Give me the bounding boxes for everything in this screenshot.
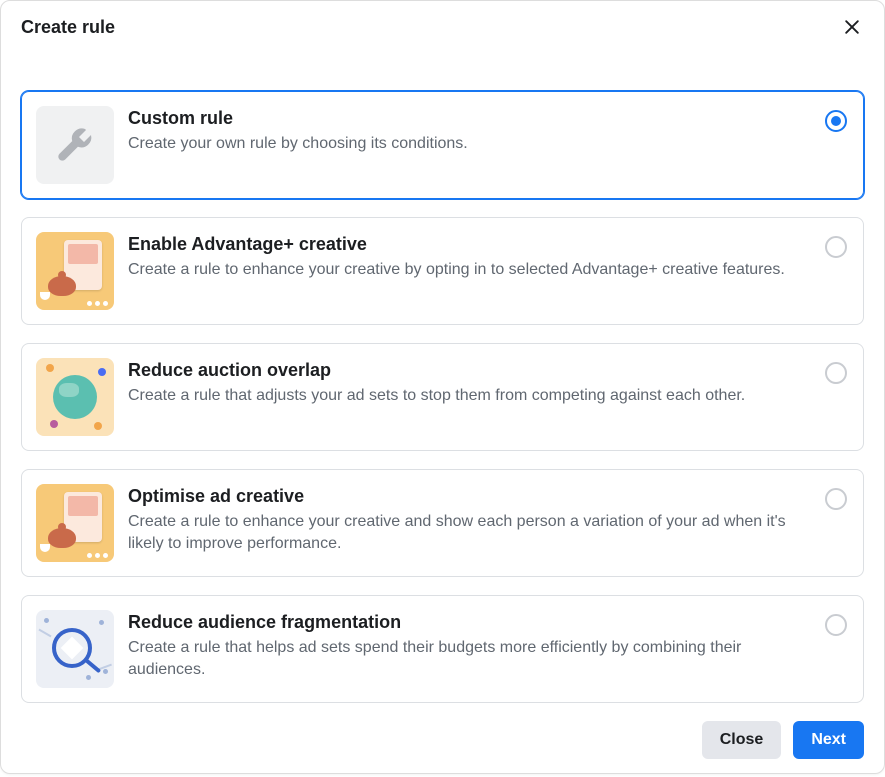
radio-button[interactable]: [825, 488, 847, 510]
option-title: Optimise ad creative: [128, 486, 811, 507]
next-button[interactable]: Next: [793, 721, 864, 759]
option-optimise-ad-creative[interactable]: Optimise ad creative Create a rule to en…: [21, 469, 864, 577]
radio-button[interactable]: [825, 110, 847, 132]
modal-footer: Close Next: [1, 703, 884, 777]
option-text: Reduce audience fragmentation Create a r…: [128, 610, 811, 680]
radio-button[interactable]: [825, 614, 847, 636]
option-title: Enable Advantage+ creative: [128, 234, 811, 255]
options-list: Custom rule Create your own rule by choo…: [1, 83, 884, 703]
option-enable-advantage-creative[interactable]: Enable Advantage+ creative Create a rule…: [21, 217, 864, 325]
option-reduce-audience-fragmentation[interactable]: Reduce audience fragmentation Create a r…: [21, 595, 864, 703]
option-reduce-auction-overlap[interactable]: Reduce auction overlap Create a rule tha…: [21, 343, 864, 451]
option-title: Reduce auction overlap: [128, 360, 811, 381]
wrench-icon: [36, 106, 114, 184]
close-icon[interactable]: [840, 15, 864, 39]
creative-card-icon: [36, 484, 114, 562]
option-description: Create a rule that helps ad sets spend t…: [128, 637, 811, 680]
creative-card-icon: [36, 232, 114, 310]
option-text: Enable Advantage+ creative Create a rule…: [128, 232, 811, 281]
option-description: Create a rule that adjusts your ad sets …: [128, 385, 811, 407]
radio-button[interactable]: [825, 362, 847, 384]
option-title: Custom rule: [128, 108, 811, 129]
create-rule-modal: Create rule Custom rule Create your own …: [0, 0, 885, 774]
modal-title: Create rule: [21, 17, 115, 38]
option-custom-rule[interactable]: Custom rule Create your own rule by choo…: [21, 91, 864, 199]
option-description: Create a rule to enhance your creative a…: [128, 511, 811, 554]
option-text: Reduce auction overlap Create a rule tha…: [128, 358, 811, 407]
modal-header: Create rule: [1, 1, 884, 53]
radio-button[interactable]: [825, 236, 847, 258]
option-text: Optimise ad creative Create a rule to en…: [128, 484, 811, 554]
close-button[interactable]: Close: [702, 721, 782, 759]
option-description: Create your own rule by choosing its con…: [128, 133, 811, 155]
option-text: Custom rule Create your own rule by choo…: [128, 106, 811, 155]
globe-icon: [36, 358, 114, 436]
option-title: Reduce audience fragmentation: [128, 612, 811, 633]
option-description: Create a rule to enhance your creative b…: [128, 259, 811, 281]
magnify-diamond-icon: [36, 610, 114, 688]
